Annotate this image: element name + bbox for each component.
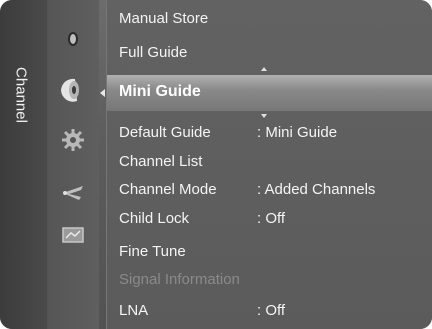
menu-item-lna[interactable]: LNA [119, 302, 148, 319]
menu-item-channel-list[interactable]: Channel List [119, 153, 202, 170]
setup-icon[interactable] [57, 177, 89, 205]
sound-icon[interactable] [57, 76, 89, 104]
menu-item-manual-store[interactable]: Manual Store [119, 10, 208, 27]
lna-value: : Off [257, 302, 286, 319]
menu-item-fine-tune[interactable]: Fine Tune [119, 243, 186, 260]
menu-category-title: Channel [12, 67, 30, 123]
menu-category-bar: Channel [0, 0, 47, 329]
menu-icon-column [47, 0, 99, 329]
menu-item-child-lock[interactable]: Child Lock [119, 210, 189, 227]
menu-list: Manual Store Full Guide Mini Guide Defau… [106, 0, 432, 329]
picture-icon[interactable] [57, 25, 89, 53]
default-guide-value: : Mini Guide [257, 124, 338, 141]
menu-item-mini-guide[interactable]: Mini Guide [107, 75, 432, 111]
channel-mode-value: : Added Channels [257, 181, 376, 198]
selected-category-indicator [100, 89, 105, 97]
menu-item-signal-information: Signal Information [119, 271, 240, 288]
child-lock-value: : Off [257, 210, 286, 227]
scroll-down-indicator [261, 114, 267, 118]
osd-menu-panel: Channel Manual Store Full Guide Mini Gui… [0, 0, 432, 329]
menu-item-full-guide[interactable]: Full Guide [119, 44, 187, 61]
menu-item-default-guide[interactable]: Default Guide [119, 124, 211, 141]
channel-icon[interactable] [57, 126, 89, 154]
menu-item-label: Mini Guide [119, 83, 201, 100]
scroll-up-indicator [261, 67, 267, 71]
input-icon[interactable] [57, 222, 89, 250]
menu-item-channel-mode[interactable]: Channel Mode [119, 181, 217, 198]
